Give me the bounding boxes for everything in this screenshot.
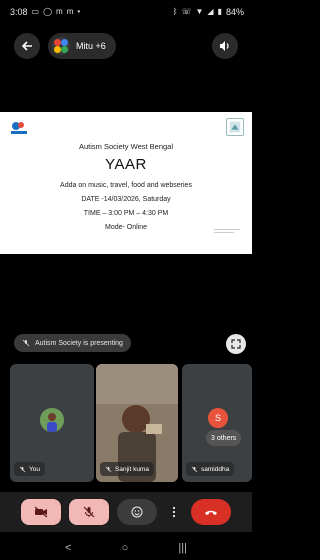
dot-icon: • [77,7,81,16]
participants-chip-label: Mitu +6 [76,41,106,51]
participant-tile-sanjit[interactable]: Sanjit kuma [96,364,178,482]
more-options-button[interactable] [165,499,183,525]
gmail-icon: m [66,7,74,16]
battery-level: 84% [225,7,244,17]
more-vertical-icon [172,506,176,518]
participant-tile-others[interactable]: S 3 others samiddha [182,364,252,482]
battery-icon: ▮ [217,7,222,16]
tile-label: You [14,462,45,476]
screen-record-icon: ▭ [31,7,40,16]
mic-off-icon [83,506,95,518]
hang-up-icon [205,510,217,515]
mic-off-icon [19,466,26,472]
status-right: ᛒ ☏ ▼ ◢ ▮ 84% [173,7,244,17]
participant-tile-you[interactable]: You [10,364,94,482]
partner-logo [226,118,244,136]
call-controls [0,492,252,532]
presenting-indicator: Autism Society is presenting [14,334,131,352]
tile-name: samiddha [201,465,230,473]
mic-off-icon [22,339,30,347]
tile-label: Sanjit kuma [100,462,154,476]
mic-off-icon [191,466,198,472]
signal-icon: ◢ [207,7,214,16]
wifi-icon: ▼ [195,7,204,16]
person-photo-icon [40,408,64,432]
fullscreen-button[interactable] [226,334,246,354]
call-header: Mitu +6 [0,28,252,64]
speaker-icon [220,41,229,51]
arrow-left-icon [21,41,32,51]
presenting-label: Autism Society is presenting [35,339,123,347]
avatar [40,408,64,432]
slide-organization: Autism Society West Bengal [78,142,174,151]
camera-off-icon [34,506,48,518]
back-button[interactable] [14,33,40,59]
status-bar: 3:08 ▭ ◯ m m • ᛒ ☏ ▼ ◢ ▮ 84% [0,0,252,24]
participants-avatars-icon [52,37,70,55]
reactions-button[interactable] [117,499,157,525]
nav-recents-icon[interactable]: ||| [178,542,187,554]
slide-subtitle: Adda on music, travel, food and webserie… [60,182,192,189]
audio-output-button[interactable] [212,33,238,59]
whatsapp-icon: ◯ [43,7,53,16]
others-count-badge: 3 others [206,430,242,446]
avatar: S [208,408,228,428]
microphone-toggle-button[interactable] [69,499,109,525]
gmail-icon: m [56,7,63,16]
end-call-button[interactable] [191,499,231,525]
autism-society-logo [11,122,27,134]
slide-time: TIME – 3:00 PM – 4:30 PM [83,210,169,217]
slide-watermark [214,229,240,233]
bluetooth-icon: ᛒ [172,7,178,16]
slide-title: YAAR [105,156,147,173]
status-left: 3:08 ▭ ◯ m m • [10,7,80,17]
mic-off-icon [105,466,112,472]
status-time: 3:08 [10,7,28,17]
fullscreen-icon [231,339,241,349]
tile-name: Sanjit kuma [115,465,149,473]
presentation-slide: Autism Society West Bengal YAAR Adda on … [0,112,252,254]
tile-label: samiddha [186,462,235,476]
nav-home-icon[interactable]: ○ [122,542,129,554]
emoji-icon [131,506,143,518]
camera-toggle-button[interactable] [21,499,61,525]
volte-icon: ☏ [181,7,192,16]
nav-back-icon[interactable]: < [65,542,71,554]
participants-chip[interactable]: Mitu +6 [48,33,116,59]
system-navigation-bar: < ○ ||| [0,536,252,560]
tile-name: You [29,465,40,473]
slide-date: DATE -14/03/2026, Saturday [81,196,171,203]
